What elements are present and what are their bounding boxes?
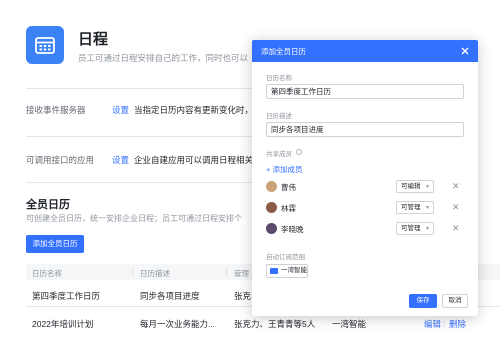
setting-label: 接收事件服务器: [26, 105, 86, 115]
cell-managers: 张克力、王青青等5人: [234, 319, 316, 329]
chevron-down-icon: ▼: [425, 184, 430, 190]
member-name: 林霖: [281, 204, 296, 213]
add-member-button[interactable]: + 添加成员: [266, 164, 302, 175]
divider: [26, 88, 266, 89]
members-label: 共享成员: [266, 151, 292, 158]
permission-select[interactable]: 可管理 ▼: [396, 201, 434, 214]
cell-sync: 一湾智能: [332, 319, 367, 329]
member-row: 曹伟 可编辑 ▼ ✕: [266, 180, 466, 194]
dialog-header: 添加全员日历: [252, 40, 478, 62]
name-input[interactable]: 第四季度工作日历: [266, 84, 464, 99]
permission-select[interactable]: 可管理 ▼: [396, 222, 434, 235]
setting-link[interactable]: 设置: [112, 104, 129, 116]
setting-link[interactable]: 设置: [112, 154, 129, 166]
avatar: [266, 223, 277, 234]
remove-member-icon[interactable]: ✕: [452, 222, 460, 234]
avatar: [266, 202, 277, 213]
dialog-title: 添加全员日历: [261, 47, 306, 56]
permission-value: 可编辑: [401, 183, 421, 190]
calendar-app-icon: [26, 26, 64, 64]
divider: [26, 182, 266, 183]
remove-member-icon[interactable]: ✕: [452, 180, 460, 192]
folder-icon: [270, 268, 278, 274]
op-separator: |: [443, 318, 446, 328]
permission-value: 可管理: [401, 204, 421, 211]
column-header: 日历描述: [140, 269, 170, 278]
cell-managers: 张克: [234, 291, 252, 301]
cell-desc: 同步各项目进度: [140, 291, 200, 301]
setting-desc: 当指定日历内容有更新变化时，: [134, 105, 254, 115]
permission-select[interactable]: 可编辑 ▼: [396, 180, 434, 193]
member-row: 李晓晚 可管理 ▼ ✕: [266, 222, 466, 236]
chevron-down-icon: ▼: [425, 205, 430, 211]
member-name: 李晓晚: [281, 225, 304, 234]
section-description: 可创建全员日历，统一安排企业日程；员工可通过日程安排个: [26, 214, 242, 223]
cell-name: 第四季度工作日历: [32, 291, 101, 301]
edit-link[interactable]: 编辑: [424, 318, 441, 330]
page-title: 日程: [78, 31, 109, 48]
close-icon[interactable]: [459, 44, 471, 56]
desc-input[interactable]: 同步各项目进度: [266, 122, 464, 137]
column-header: 日历名称: [32, 269, 62, 278]
delete-link[interactable]: 删除: [449, 318, 466, 330]
member-row: 林霖 可管理 ▼ ✕: [266, 201, 466, 215]
divider: [26, 136, 266, 137]
column-separator: [226, 268, 227, 276]
member-name: 曹伟: [281, 183, 296, 192]
cell-name: 2022年培训计划: [32, 319, 94, 329]
column-separator: [132, 268, 133, 276]
sync-scope-chip[interactable]: 一湾智能: [266, 264, 308, 278]
save-button[interactable]: 保存: [409, 294, 437, 308]
avatar: [266, 181, 277, 192]
remove-member-icon[interactable]: ✕: [452, 201, 460, 213]
setting-label: 可调用接口的应用: [26, 155, 95, 165]
section-title: 全员日历: [26, 199, 70, 211]
column-header: 管理: [234, 269, 249, 278]
chevron-down-icon: ▼: [425, 226, 430, 232]
setting-desc: 企业自建应用可以调用日程相关: [134, 155, 254, 165]
cancel-button[interactable]: 取消: [442, 294, 468, 308]
sync-scope-value: 一湾智能: [281, 267, 307, 274]
desc-label: 日历描述: [266, 113, 292, 120]
name-label: 日历名称: [266, 75, 292, 82]
sync-label: 自动订阅范围: [266, 254, 305, 261]
permission-value: 可管理: [401, 225, 421, 232]
dialog-footer: 保存 取消: [252, 286, 478, 316]
page-description: 员工可通过日程安排自己的工作，同时也可以: [78, 53, 249, 63]
add-calendar-dialog: 添加全员日历 日历名称 第四季度工作日历 日历描述 同步各项目进度 共享成员 +…: [252, 40, 478, 316]
cell-desc: 每月一次业务能力...: [140, 319, 216, 329]
info-icon[interactable]: [296, 149, 302, 155]
add-member-label: 添加成员: [272, 165, 303, 174]
add-calendar-button[interactable]: 添加全员日历: [26, 235, 84, 253]
